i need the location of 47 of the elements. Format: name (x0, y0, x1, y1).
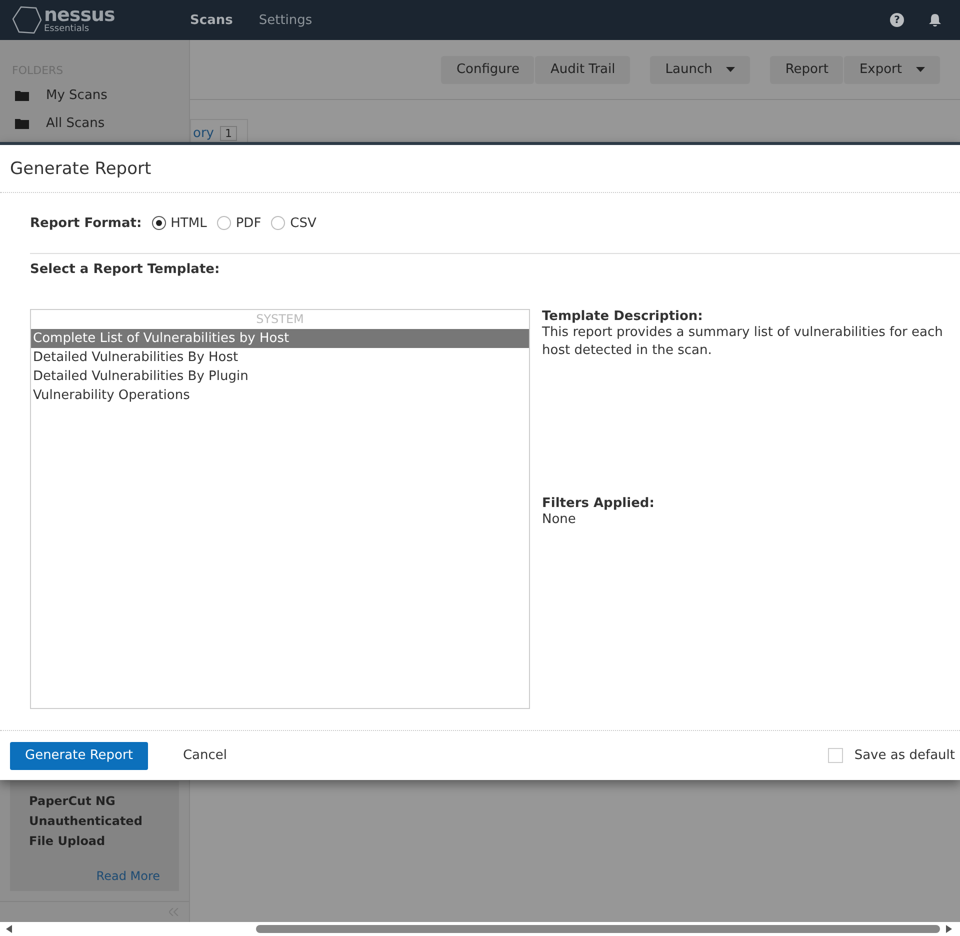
toolbar-button[interactable]: Audit Trail (535, 56, 630, 84)
filters-value: None (542, 511, 577, 529)
radio-button[interactable] (271, 216, 286, 230)
radio-button[interactable] (152, 216, 166, 230)
logo-name: nessus (44, 6, 115, 25)
cancel-link[interactable]: Cancel (182, 748, 227, 763)
template-label: Select a Report Template: (30, 261, 221, 279)
toolbar-button[interactable]: Configure (441, 56, 534, 84)
template-item[interactable]: Complete List of Vulnerabilities by Host (31, 329, 529, 348)
caret-icon (726, 67, 736, 72)
format-option[interactable]: PDF (216, 216, 262, 230)
toolbar-button[interactable]: Launch (650, 56, 750, 84)
nav-link[interactable]: Scans (190, 12, 233, 28)
filters-label: Filters Applied: (542, 496, 656, 511)
toolbar-button[interactable]: Export (844, 56, 940, 84)
checkbox[interactable] (828, 748, 844, 763)
format-option[interactable]: CSV (271, 216, 316, 230)
description-label: Template Description: (542, 309, 704, 324)
folder-item[interactable]: All Scans (0, 111, 189, 139)
caret-icon (916, 67, 925, 72)
save-default-option[interactable]: Save as default (828, 748, 955, 763)
card-title: PaperCut NG Unauthenticated File Upload (29, 793, 144, 850)
tab-label: ory (193, 126, 214, 141)
radio-button[interactable] (216, 216, 231, 230)
scroll-right-icon[interactable] (946, 925, 952, 933)
list-heading: SYSTEM (255, 311, 305, 328)
folder-item[interactable]: My Scans (0, 83, 189, 111)
template-item[interactable]: Detailed Vulnerabilities By Host (31, 348, 529, 367)
bell-icon[interactable] (928, 12, 942, 28)
logo-subtitle: Essentials (44, 25, 90, 34)
format-option[interactable]: HTML (152, 216, 207, 230)
dialog-title: Generate Report (10, 158, 152, 178)
scrollbar-thumb[interactable] (256, 925, 940, 933)
format-label: Report Format: (30, 216, 142, 230)
generate-report-button[interactable]: Generate Report (10, 742, 148, 770)
folder-icon (15, 90, 29, 101)
help-icon[interactable]: ? (890, 13, 904, 27)
template-item[interactable]: Vulnerability Operations (31, 386, 529, 405)
folder-icon (15, 118, 29, 129)
hexagon-logo-icon (12, 5, 42, 35)
nav-link[interactable]: Settings (258, 12, 312, 28)
template-list[interactable]: SYSTEM Complete List of Vulnerabilities by Host Detailed Vulnerabilities By Host Detailed Vulnerabilities By Plugin Vulnerability Operations (30, 309, 530, 709)
toolbar-button[interactable]: Report (770, 56, 844, 84)
count-badge: 1 (220, 126, 237, 141)
template-item[interactable]: Detailed Vulnerabilities By Plugin (31, 367, 529, 386)
scroll-left-icon[interactable] (6, 925, 12, 933)
description-text: This report provides a summary list of vulnerabilities for each host detected in the scan. (542, 324, 944, 360)
